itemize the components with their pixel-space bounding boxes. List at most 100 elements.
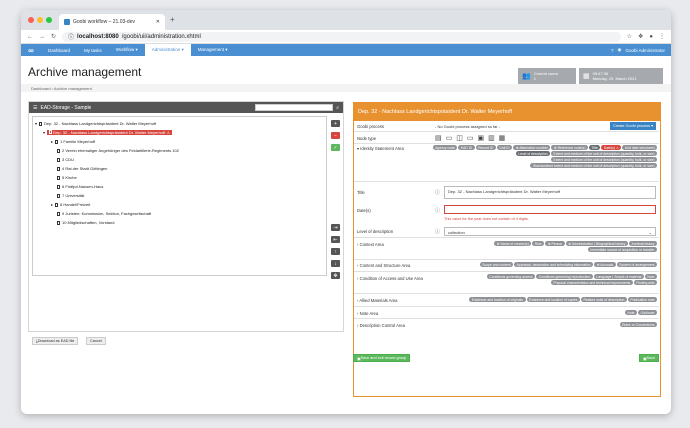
create-goobi-process-button[interactable]: Create Goobi process ▾ xyxy=(610,122,656,130)
tree-node[interactable]: ▸ 8 Handel/Freizeit xyxy=(51,202,90,207)
chip[interactable]: Agency code xyxy=(432,145,458,150)
tree-node[interactable]: 6 Fridtjof-Nansen-Haus xyxy=(57,184,103,189)
chip[interactable]: Physical characteristics and technical r… xyxy=(550,280,633,285)
chip[interactable]: Existence and location of copies xyxy=(526,297,580,302)
chip[interactable]: Role xyxy=(532,241,545,246)
chip[interactable]: Note xyxy=(624,310,638,315)
description-control-area[interactable]: › Description Control Area Rules or Conv… xyxy=(354,319,659,330)
back-icon[interactable]: ← xyxy=(27,34,33,40)
tree-toggle-icon[interactable]: ▾ xyxy=(35,121,37,126)
title-field[interactable]: Dep. 32 - Nachlass Landgerichtspräsident… xyxy=(444,186,656,199)
access-use-area[interactable]: › Condition of Access and Use Area Condi… xyxy=(354,272,659,294)
save-button[interactable]: ▣ Save xyxy=(639,354,660,362)
cancel-button[interactable]: Cancel xyxy=(86,337,106,345)
chip[interactable]: ⊕ Administrative | Biographical history xyxy=(565,241,628,246)
note-area[interactable]: › Note Area Note Odd/note xyxy=(354,307,659,319)
chip[interactable]: Scope and content xyxy=(479,262,514,267)
nav-dashboard[interactable]: Dashboard xyxy=(41,44,77,56)
chip[interactable]: Appraisal, destruction and scheduling in… xyxy=(514,262,594,267)
profile-icon[interactable]: ● xyxy=(649,34,653,40)
info-icon[interactable]: ⓘ xyxy=(435,189,440,196)
nav-administration[interactable]: Administration ▾ xyxy=(144,44,191,56)
maximize-window-button[interactable] xyxy=(46,17,52,23)
new-tab-icon[interactable]: + xyxy=(170,15,175,24)
chip[interactable]: Existence and location of originals xyxy=(469,297,526,302)
chip[interactable]: Immediate source of acquisition or trans… xyxy=(587,247,657,252)
chip[interactable]: Language | Scripts of material xyxy=(593,274,644,279)
chip[interactable]: Standardized extent and medium of the un… xyxy=(530,163,657,168)
goobi-logo-icon[interactable]: ∞ xyxy=(21,44,41,56)
tree-node[interactable]: ▸ 1 Familie Meyerhoff xyxy=(51,139,95,144)
move-up-button[interactable]: ↑ xyxy=(331,248,340,255)
url-field[interactable]: ⓘ localhost:8080/goobi/uii/administratio… xyxy=(62,31,621,42)
extensions-icon[interactable]: ❖ xyxy=(638,33,643,40)
close-window-button[interactable] xyxy=(28,17,34,23)
reload-icon[interactable]: ↻ xyxy=(51,33,56,40)
menu-icon[interactable]: ⋮ xyxy=(659,33,665,40)
chip[interactable]: Record ID xyxy=(475,145,496,150)
indent-button[interactable]: ⇥ xyxy=(331,224,340,231)
user-menu[interactable]: Goobi Administrator xyxy=(625,48,665,53)
info-icon[interactable]: ⓘ xyxy=(435,207,440,214)
tree-search-input[interactable] xyxy=(255,104,334,111)
tree-node-selected[interactable]: ▾ Dep. 32 - Nachlass Landgerichtspräside… xyxy=(43,130,172,135)
chip[interactable]: Archival history xyxy=(629,241,657,246)
current-users-tile[interactable]: 👥 Current users 1 xyxy=(518,68,576,84)
chip[interactable]: Finding aids xyxy=(633,280,657,285)
node-type-icons[interactable]: ▤▭◫▭▣▥▦ xyxy=(435,134,509,142)
chip[interactable]: EAD ID xyxy=(458,145,475,150)
validate-button[interactable]: ✓ xyxy=(331,144,340,151)
identity-area[interactable]: ▾ Identity Statement Area Agency code EA… xyxy=(354,144,659,182)
minimize-window-button[interactable] xyxy=(37,17,43,23)
chip[interactable]: ⊕ Name of creator(s) xyxy=(494,241,532,246)
chip[interactable]: ⊕ Accruals xyxy=(594,262,616,267)
delete-node-button[interactable]: − xyxy=(331,132,340,139)
chip[interactable]: Conditions governing reproduction xyxy=(536,274,593,279)
level-select[interactable]: collection ⌄ xyxy=(444,227,656,236)
tree-node[interactable]: 5 Kirche xyxy=(57,175,77,180)
tree-node[interactable]: 2 Verein ehemaliger Angehöriger des Feld… xyxy=(57,148,179,153)
tree-node[interactable]: 3 CDU xyxy=(57,157,74,162)
nav-my-tasks[interactable]: My tasks xyxy=(77,44,109,56)
add-node-button[interactable]: + xyxy=(331,120,340,127)
help-icon[interactable]: ? xyxy=(611,48,614,53)
chip[interactable]: ⊕ Alternative number xyxy=(513,145,551,150)
move-node-button[interactable]: ✥ xyxy=(331,272,340,279)
content-structure-area[interactable]: › Content and Structure Area Scope and c… xyxy=(354,260,659,272)
tree-toggle-icon[interactable]: ▾ xyxy=(43,130,45,135)
outdent-button[interactable]: ⇤ xyxy=(331,236,340,243)
tree-node[interactable]: 9 Juristen: Kommission, Sektion, Fachges… xyxy=(57,211,151,216)
tree-node[interactable]: 4 Rat der Stadt Göttingen xyxy=(57,166,107,171)
chip[interactable]: Publication note xyxy=(627,297,657,302)
tree-node[interactable]: 10 Mitgliedschaften, Vorstand xyxy=(57,220,114,225)
close-tab-icon[interactable]: ✕ xyxy=(156,19,160,25)
nav-management[interactable]: Management ▾ xyxy=(191,44,235,56)
chip[interactable]: Date(s) ⚠ xyxy=(601,145,622,150)
tree-node[interactable]: ▾ Dep. 32 - Nachlass Landgerichtspräsiden… xyxy=(35,121,156,126)
move-down-button[interactable]: ↓ xyxy=(331,260,340,267)
browser-tab[interactable]: Goobi workflow – 21.03-dev ✕ xyxy=(59,14,165,30)
dates-field[interactable] xyxy=(444,205,656,214)
tree-toggle-icon[interactable]: ▸ xyxy=(51,139,53,144)
chip[interactable]: Extent and medium of the unit of descrip… xyxy=(551,151,657,156)
chip[interactable]: Title xyxy=(589,145,601,150)
chip[interactable]: Odd/note xyxy=(638,310,657,315)
chip[interactable]: Related units of description xyxy=(580,297,627,302)
tree-node[interactable]: 7 Universität xyxy=(57,193,84,198)
nav-workflow[interactable]: Workflow ▾ xyxy=(109,44,145,56)
chip[interactable]: Note xyxy=(644,274,657,279)
chip[interactable]: Conditions governing access xyxy=(486,274,536,279)
chip[interactable]: Unit date structured xyxy=(622,145,657,150)
star-icon[interactable]: ☆ xyxy=(627,33,632,40)
tree-toggle-icon[interactable]: ▸ xyxy=(51,202,53,207)
context-area[interactable]: › Context Area ⊕ Name of creator(s) Role… xyxy=(354,239,659,260)
chip[interactable]: System of arrangement xyxy=(616,262,657,267)
chip[interactable]: ⊕ Person xyxy=(545,241,565,246)
forward-icon[interactable]: → xyxy=(39,34,45,40)
download-ead-button[interactable]: ⤓ Download as EAD file xyxy=(32,337,79,345)
search-icon[interactable]: ⌕ xyxy=(336,105,339,111)
chip[interactable]: Level of description xyxy=(515,151,551,156)
chip[interactable]: Unit ID xyxy=(496,145,513,150)
chip[interactable]: Rules or Conventions xyxy=(619,322,657,327)
chip[interactable]: Extent and medium of the unit of descrip… xyxy=(551,157,657,162)
